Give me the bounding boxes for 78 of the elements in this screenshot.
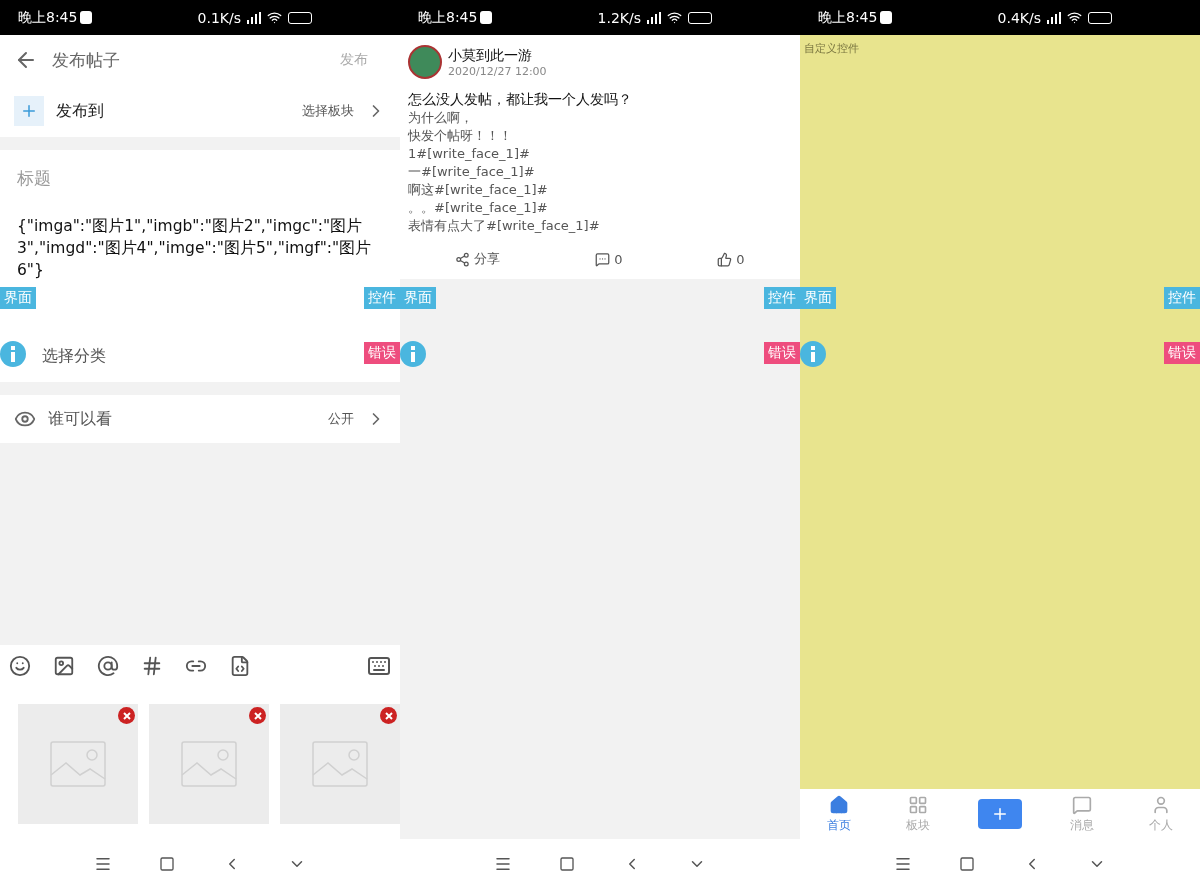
image-icon[interactable] <box>53 655 75 677</box>
menu-icon[interactable] <box>93 855 112 873</box>
hashtag-icon[interactable] <box>141 655 163 677</box>
avatar[interactable] <box>408 45 442 79</box>
tab[interactable]: 板块 <box>899 793 936 835</box>
image-icon <box>181 741 237 787</box>
home-square-icon[interactable] <box>959 856 976 872</box>
control-tag[interactable]: 控件 <box>764 287 800 309</box>
control-tag[interactable]: 控件 <box>364 287 400 309</box>
network-speed: 0.1K/s <box>197 9 241 26</box>
remove-icon[interactable] <box>380 707 397 724</box>
share-button[interactable]: 分享 <box>449 249 507 269</box>
emoji-icon[interactable] <box>9 655 31 677</box>
post-line: 。。#[write_face_1]# <box>408 199 549 217</box>
mention-icon[interactable] <box>97 655 119 677</box>
home-icon <box>829 794 850 815</box>
visibility-label: 谁可以看 <box>48 408 112 430</box>
menu-icon[interactable] <box>493 855 512 873</box>
custom-view-label: 自定义控件 <box>804 42 859 55</box>
visibility-value[interactable]: 公开 <box>328 410 354 428</box>
code-file-icon[interactable] <box>229 655 251 677</box>
network-speed: 0.4K/s <box>997 9 1041 26</box>
image-icon <box>50 741 106 787</box>
wifi-icon <box>667 10 682 25</box>
control-tag[interactable]: 控件 <box>1164 287 1200 309</box>
network-speed: 1.2K/s <box>597 9 641 26</box>
interface-tag[interactable]: 界面 <box>0 287 36 309</box>
post-to-label: 发布到 <box>56 100 104 122</box>
battery-icon <box>288 11 312 24</box>
status-time: 晚上8:45 <box>18 8 78 27</box>
category-select[interactable]: 选择分类 <box>42 345 106 367</box>
thumbs-up-icon <box>717 251 733 267</box>
post-title: 怎么没人发帖，都让我一个人发吗？ <box>408 91 633 109</box>
home-square-icon[interactable] <box>159 856 176 872</box>
home-square-icon[interactable] <box>559 856 576 872</box>
post-line: 1#[write_face_1]# <box>408 145 531 163</box>
wifi-icon <box>267 10 282 25</box>
battery-icon <box>1088 11 1112 24</box>
remove-icon[interactable] <box>249 707 266 724</box>
post-line: 为什么啊， <box>408 109 474 127</box>
signal-icon <box>1047 11 1061 24</box>
error-tag[interactable]: 错误 <box>364 342 400 364</box>
battery-icon <box>688 11 712 24</box>
chat-icon <box>1072 794 1093 815</box>
remove-icon[interactable] <box>118 707 135 724</box>
error-tag[interactable]: 错误 <box>764 342 800 364</box>
comment-icon <box>595 251 611 267</box>
author-name[interactable]: 小莫到此一游 <box>448 46 547 65</box>
status-time: 晚上8:45 <box>418 8 478 27</box>
keyboard-icon[interactable] <box>367 654 391 678</box>
post-line: 啊这#[write_face_1]# <box>408 181 549 199</box>
publish-button[interactable]: 发布 <box>322 51 386 69</box>
post-line: 一#[write_face_1]# <box>408 163 536 181</box>
post-line: 快发个帖呀！！！ <box>408 127 513 145</box>
post-line: 表情有点大了#[write_face_1]# <box>408 217 601 235</box>
error-tag[interactable]: 错误 <box>1164 342 1200 364</box>
post-date: 2020/12/27 12:00 <box>448 64 547 78</box>
notification-icon <box>880 11 893 24</box>
grid-icon <box>907 794 928 815</box>
page-title: 发布帖子 <box>52 48 120 72</box>
add-button[interactable] <box>977 799 1022 829</box>
menu-icon[interactable] <box>893 855 912 873</box>
signal-icon <box>247 11 261 24</box>
tab[interactable]: 个人 <box>1142 793 1179 835</box>
wifi-icon <box>1067 10 1082 25</box>
notification-icon <box>480 11 493 24</box>
notification-icon <box>80 11 93 24</box>
status-time: 晚上8:45 <box>818 8 878 27</box>
tab[interactable]: 消息 <box>1064 793 1101 835</box>
image-icon <box>312 741 368 787</box>
comment-button[interactable]: 0 <box>589 249 629 269</box>
tab[interactable]: 首页 <box>821 793 858 835</box>
signal-icon <box>647 11 661 24</box>
interface-tag[interactable]: 界面 <box>400 287 436 309</box>
like-button[interactable]: 0 <box>711 249 751 269</box>
interface-tag[interactable]: 界面 <box>800 287 836 309</box>
board-select[interactable]: 选择板块 <box>302 102 354 120</box>
share-icon <box>455 251 471 267</box>
